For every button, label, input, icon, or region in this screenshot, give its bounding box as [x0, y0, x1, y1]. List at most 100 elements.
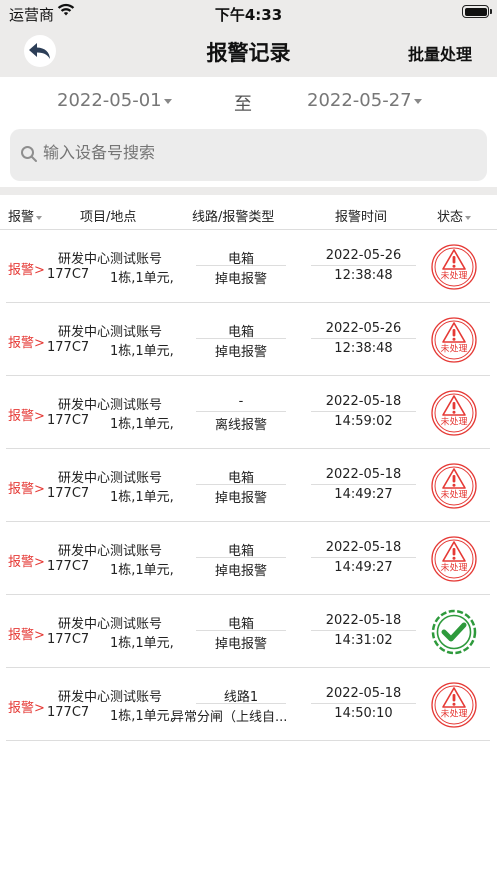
- chevron-down-icon: [163, 98, 172, 104]
- table-row[interactable]: 报警> 研发中心测试账号 177C7 1栋,1单元, 线路1 异常分闸（上线自.…: [6, 668, 490, 741]
- alarm-type: 掉电报警: [214, 491, 267, 506]
- alarm-type: 掉电报警: [214, 272, 267, 287]
- unprocessed-stamp-icon: 未处理: [431, 682, 477, 728]
- alarm-time: 14:31:02: [334, 633, 393, 648]
- alarm-date: 2022-05-26: [325, 248, 402, 263]
- project-name: 研发中心测试账号: [58, 690, 163, 705]
- svg-text:未处理: 未处理: [440, 489, 467, 501]
- table-row[interactable]: 报警> 研发中心测试账号 177C7 1栋,1单元, - 离线报警 2022-0…: [6, 376, 490, 449]
- nav-bar: 报警记录 批量处理: [0, 25, 497, 77]
- device-id: 177C7: [47, 267, 90, 282]
- time-column-header: 报警时间: [335, 210, 388, 225]
- alarm-detail-link[interactable]: 报警>: [8, 697, 45, 716]
- unprocessed-stamp-icon: 未处理: [431, 390, 477, 436]
- cell-divider: [196, 557, 286, 558]
- table-row[interactable]: 报警> 研发中心测试账号 177C7 1栋,1单元, 电箱 掉电报警 2022-…: [6, 449, 490, 522]
- alarm-list: 报警> 研发中心测试账号 177C7 1栋,1单元, 电箱 掉电报警 2022-…: [6, 230, 490, 741]
- alarm-type: 异常分闸（上线自...: [171, 710, 288, 725]
- alarm-column-header[interactable]: 报警: [8, 206, 43, 225]
- alarm-detail-link[interactable]: 报警>: [8, 405, 45, 424]
- location: 1栋,1单元,: [110, 490, 174, 505]
- table-row[interactable]: 报警> 研发中心测试账号 177C7 1栋,1单元, 电箱 掉电报警 2022-…: [6, 303, 490, 376]
- svg-text:未处理: 未处理: [440, 343, 467, 355]
- state-column-header[interactable]: 状态: [437, 206, 472, 225]
- table-row[interactable]: 报警> 研发中心测试账号 177C7 1栋,1单元, 电箱 掉电报警 2022-…: [6, 595, 490, 668]
- battery-icon: [462, 5, 492, 18]
- location: 1栋,1单元,: [110, 344, 174, 359]
- line-column-header: 线路/报警类型: [192, 210, 275, 225]
- search-bar[interactable]: [10, 129, 487, 181]
- chevron-down-icon: [36, 215, 43, 220]
- project-column-header: 项目/地点: [80, 210, 137, 225]
- cell-divider: [311, 338, 416, 339]
- search-icon: [21, 146, 37, 162]
- alarm-detail-link[interactable]: 报警>: [8, 259, 45, 278]
- alarm-header-label: 报警: [8, 210, 35, 225]
- alarm-detail-link[interactable]: 报警>: [8, 332, 45, 351]
- alarm-type: 离线报警: [214, 418, 267, 433]
- alarm-detail-link[interactable]: 报警>: [8, 551, 45, 570]
- cell-divider: [196, 630, 286, 631]
- alarm-time: 14:49:27: [334, 560, 393, 575]
- cell-divider: [196, 703, 286, 704]
- alarm-type: 掉电报警: [214, 345, 267, 360]
- project-name: 研发中心测试账号: [58, 471, 163, 486]
- device-id: 177C7: [47, 413, 90, 428]
- alarm-detail-link[interactable]: 报警>: [8, 478, 45, 497]
- svg-text:未处理: 未处理: [440, 416, 467, 428]
- alarm-time: 12:38:48: [334, 341, 393, 356]
- start-date-picker[interactable]: 2022-05-01: [57, 90, 172, 111]
- table-row[interactable]: 报警> 研发中心测试账号 177C7 1栋,1单元, 电箱 掉电报警 2022-…: [6, 522, 490, 595]
- alarm-detail-link[interactable]: 报警>: [8, 624, 45, 643]
- state-header-label: 状态: [437, 210, 464, 225]
- table-header: 报警 项目/地点 线路/报警类型 报警时间 状态: [0, 195, 497, 230]
- cell-divider: [311, 411, 416, 412]
- location: 1栋,1单元,: [110, 709, 174, 724]
- location: 1栋,1单元,: [110, 417, 174, 432]
- cell-divider: [196, 265, 286, 266]
- clock: 下午4:33: [214, 6, 283, 24]
- alarm-date: 2022-05-18: [325, 467, 402, 482]
- alarm-date: 2022-05-26: [325, 321, 402, 336]
- alarm-date: 2022-05-18: [325, 686, 402, 701]
- cell-divider: [196, 338, 286, 339]
- cell-divider: [311, 703, 416, 704]
- project-name: 研发中心测试账号: [58, 325, 163, 340]
- alarm-time: 14:49:27: [334, 487, 393, 502]
- alarm-date: 2022-05-18: [325, 394, 402, 409]
- date-range: 2022-05-01 至 2022-05-27: [0, 77, 497, 124]
- batch-process-button[interactable]: 批量处理: [408, 41, 472, 65]
- line-name: -: [238, 394, 244, 409]
- location: 1栋,1单元,: [110, 271, 174, 286]
- alarm-time: 14:50:10: [334, 706, 393, 721]
- unprocessed-stamp-icon: 未处理: [431, 536, 477, 582]
- svg-text:未处理: 未处理: [440, 562, 467, 574]
- alarm-time: 14:59:02: [334, 414, 393, 429]
- cell-divider: [311, 630, 416, 631]
- table-row[interactable]: 报警> 研发中心测试账号 177C7 1栋,1单元, 电箱 掉电报警 2022-…: [6, 230, 490, 303]
- cell-divider: [196, 484, 286, 485]
- end-date-picker[interactable]: 2022-05-27: [307, 90, 422, 111]
- start-date-value: 2022-05-01: [57, 90, 162, 111]
- project-name: 研发中心测试账号: [58, 252, 163, 267]
- device-id: 177C7: [47, 559, 90, 574]
- cell-divider: [196, 411, 286, 412]
- chevron-down-icon: [413, 98, 422, 104]
- project-name: 研发中心测试账号: [58, 544, 163, 559]
- date-range-separator: 至: [234, 94, 252, 115]
- device-id: 177C7: [47, 486, 90, 501]
- end-date-value: 2022-05-27: [307, 90, 412, 111]
- alarm-time: 12:38:48: [334, 268, 393, 283]
- unprocessed-stamp-icon: 未处理: [431, 244, 477, 290]
- cell-divider: [311, 265, 416, 266]
- alarm-type: 掉电报警: [214, 564, 267, 579]
- device-id: 177C7: [47, 340, 90, 355]
- location: 1栋,1单元,: [110, 563, 174, 578]
- svg-text:未处理: 未处理: [440, 270, 467, 282]
- svg-text:未处理: 未处理: [440, 708, 467, 720]
- search-input[interactable]: [43, 143, 463, 162]
- alarm-date: 2022-05-18: [325, 540, 402, 555]
- processed-check-icon: [431, 609, 477, 655]
- status-bar: 运营商 下午4:33: [0, 0, 497, 25]
- unprocessed-stamp-icon: 未处理: [431, 463, 477, 509]
